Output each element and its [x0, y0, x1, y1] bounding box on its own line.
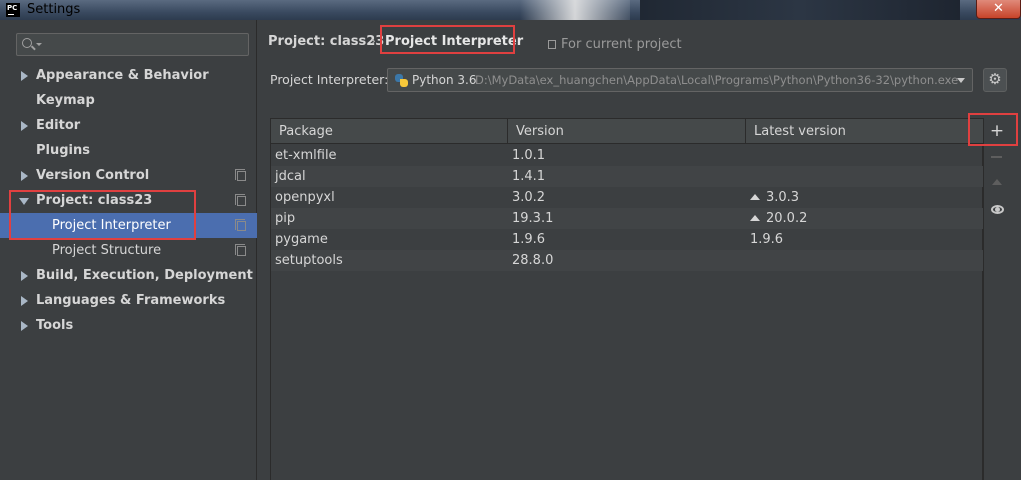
table-header: Package Version Latest version	[271, 119, 983, 144]
package-version: 28.8.0	[512, 253, 554, 268]
sidebar-item[interactable]: Tools	[0, 313, 257, 338]
interpreter-path: D:\MyData\ex_huangchen\AppData\Local\Pro…	[475, 73, 959, 87]
table-row[interactable]: pygame 1.9.6 1.9.6	[271, 229, 983, 250]
table-row[interactable]: setuptools 28.8.0	[271, 250, 983, 271]
project-scope-icon	[235, 194, 246, 206]
scope-note: For current project	[548, 37, 682, 52]
title-bar: PC Settings ✕	[0, 0, 1021, 20]
chevron-down-icon	[957, 78, 965, 83]
gear-icon: ⚙	[988, 70, 1002, 88]
sidebar-item[interactable]: Version Control	[0, 163, 257, 188]
column-header-latest-version[interactable]: Latest version	[746, 119, 983, 144]
sidebar-item-label: Languages & Frameworks	[36, 293, 226, 308]
sidebar-item[interactable]: Build, Execution, Deployment	[0, 263, 257, 288]
package-version: 3.0.2	[512, 190, 546, 205]
package-name: openpyxl	[275, 190, 335, 205]
upgrade-available-icon	[750, 215, 760, 221]
caret-right-icon[interactable]	[21, 171, 28, 181]
search-icon	[22, 38, 32, 48]
sidebar-item[interactable]: Keymap	[0, 88, 257, 113]
upgrade-package-button[interactable]	[984, 171, 1010, 195]
project-scope-icon	[235, 169, 246, 181]
package-latest-version: 3.0.3	[750, 187, 799, 208]
interpreter-settings-button[interactable]: ⚙	[983, 68, 1007, 92]
python-logo-icon	[395, 74, 408, 87]
close-button[interactable]: ✕	[976, 0, 1021, 19]
annotation-box-breadcrumb	[380, 25, 515, 54]
column-header-package[interactable]: Package	[271, 119, 508, 144]
project-scope-icon	[235, 244, 246, 256]
sidebar-item-label: Appearance & Behavior	[36, 68, 209, 83]
package-latest-text: 20.0.2	[766, 211, 808, 226]
sidebar-item-label: Build, Execution, Deployment	[36, 268, 253, 283]
package-version: 1.0.1	[512, 148, 546, 163]
breadcrumb-separator: ›	[371, 34, 376, 48]
package-name: et-xmlfile	[275, 148, 337, 163]
minus-icon	[991, 156, 1002, 158]
caret-right-icon[interactable]	[21, 71, 28, 81]
package-name: pygame	[275, 232, 328, 247]
background-window-blur	[520, 0, 630, 20]
sidebar-item-label: Editor	[36, 118, 81, 133]
window-title: Settings	[27, 2, 81, 17]
breadcrumb-project[interactable]: Project: class23	[268, 34, 384, 49]
sidebar-item-label: Tools	[36, 318, 74, 333]
package-version: 1.9.6	[512, 232, 546, 247]
package-latest-version: 20.0.2	[750, 208, 807, 229]
packages-table: Package Version Latest version et-xmlfil…	[270, 118, 983, 480]
package-latest-text: 3.0.3	[766, 190, 800, 205]
background-window-blur-2	[640, 0, 960, 20]
sidebar-item[interactable]: Plugins	[0, 138, 257, 163]
eye-icon	[991, 205, 1004, 214]
caret-right-icon[interactable]	[21, 121, 28, 131]
interpreter-label: Project Interpreter:	[270, 72, 389, 87]
uninstall-package-button[interactable]	[984, 145, 1010, 169]
settings-search-input[interactable]	[16, 33, 249, 56]
sidebar-item-label: Plugins	[36, 143, 90, 158]
interpreter-name: Python 3.6	[412, 73, 477, 87]
package-latest-version: 1.9.6	[750, 229, 783, 250]
sidebar-item-label: Keymap	[36, 93, 95, 108]
sidebar-item[interactable]: Appearance & Behavior	[0, 63, 257, 88]
table-row[interactable]: pip 19.3.1 20.0.2	[271, 208, 983, 229]
sidebar-item[interactable]: Languages & Frameworks	[0, 288, 257, 313]
pycharm-logo-icon: PC	[6, 3, 20, 17]
search-history-dropdown-icon[interactable]	[36, 43, 42, 46]
sidebar-item-label: Project Structure	[52, 243, 162, 258]
table-row[interactable]: openpyxl 3.0.2 3.0.3	[271, 187, 983, 208]
caret-right-icon[interactable]	[21, 321, 28, 331]
copy-icon	[548, 40, 556, 49]
package-name: jdcal	[275, 169, 306, 184]
column-header-version[interactable]: Version	[508, 119, 746, 144]
arrow-up-icon	[992, 179, 1002, 185]
annotation-box-project	[9, 190, 196, 240]
sidebar-item-label: Version Control	[36, 168, 150, 183]
package-version: 19.3.1	[512, 211, 554, 226]
package-name: pip	[275, 211, 296, 226]
package-version: 1.4.1	[512, 169, 546, 184]
package-name: setuptools	[275, 253, 343, 268]
show-early-releases-button[interactable]	[984, 197, 1010, 221]
interpreter-select[interactable]: Python 3.6 D:\MyData\ex_huangchen\AppDat…	[387, 68, 973, 92]
sidebar-item[interactable]: Editor	[0, 113, 257, 138]
project-scope-icon	[235, 219, 246, 231]
table-row[interactable]: et-xmlfile 1.0.1	[271, 145, 983, 166]
upgrade-available-icon	[750, 194, 760, 200]
annotation-box-add	[968, 113, 1018, 146]
table-row[interactable]: jdcal 1.4.1	[271, 166, 983, 187]
package-latest-text: 1.9.6	[750, 232, 784, 247]
scope-note-text: For current project	[561, 37, 682, 52]
caret-right-icon[interactable]	[21, 271, 28, 281]
sidebar-item[interactable]: Project Structure	[0, 238, 257, 263]
package-toolbar: +	[983, 118, 1009, 480]
caret-right-icon[interactable]	[21, 296, 28, 306]
